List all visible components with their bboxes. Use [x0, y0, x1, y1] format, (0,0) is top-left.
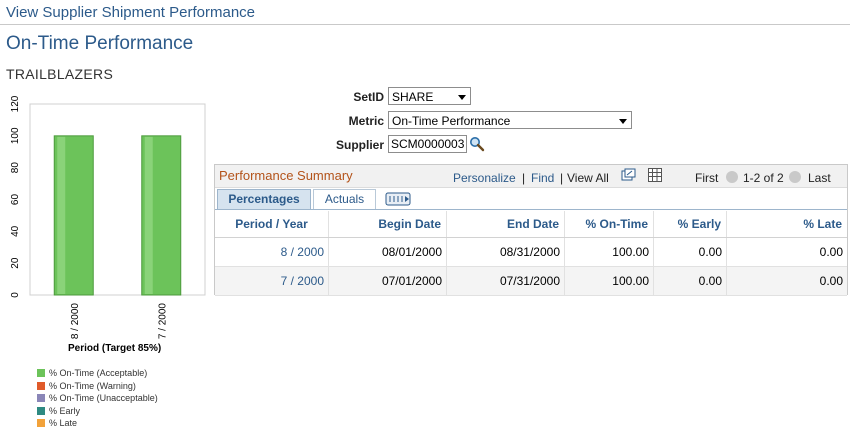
setid-label: SetID: [353, 90, 384, 104]
supplier-input[interactable]: SCM0000003: [388, 135, 467, 153]
find-link[interactable]: Find: [531, 171, 554, 185]
legend-item: % On-Time (Unacceptable): [37, 392, 158, 405]
supplier-label: Supplier: [335, 138, 384, 152]
grid-title: Performance Summary: [219, 168, 353, 183]
personalize-link[interactable]: Personalize: [453, 171, 516, 185]
early-cell: 0.00: [653, 237, 727, 267]
bar-highlight: [57, 136, 66, 294]
summary-table: Period / Year Begin Date End Date % On-T…: [215, 211, 847, 296]
legend-item: % On-Time (Acceptable): [37, 367, 158, 380]
chart-plot: 0 20 40 60 80 100 120 8 / 2000 7 / 2000: [10, 95, 206, 340]
column-header-early[interactable]: % Early: [653, 211, 727, 238]
nav-separator: |: [522, 171, 526, 185]
performance-summary-grid: Performance Summary Personalize | Find |…: [214, 164, 848, 296]
tab-actuals[interactable]: Actuals: [313, 189, 376, 209]
y-tick-label: 100: [10, 127, 21, 144]
breadcrumb[interactable]: View Supplier Shipment Performance: [6, 4, 255, 21]
early-cell: 0.00: [653, 266, 727, 296]
first-label: First: [695, 171, 719, 185]
period-link[interactable]: 7 / 2000: [281, 274, 324, 288]
previous-icon[interactable]: [726, 171, 738, 183]
period-cell: 8 / 2000: [215, 237, 329, 267]
chevron-down-icon: [458, 95, 466, 100]
breadcrumb-divider: [0, 24, 850, 25]
legend-label: % Late: [49, 418, 78, 428]
begin-date-cell: 08/01/2000: [328, 237, 447, 267]
y-tick-label: 60: [10, 194, 21, 206]
row-range: 1-2 of 2: [743, 171, 784, 185]
y-tick-label: 40: [10, 225, 21, 237]
column-header-begin-date[interactable]: Begin Date: [328, 211, 447, 238]
legend-swatch: [37, 394, 45, 403]
legend-swatch: [37, 381, 45, 390]
legend-swatch: [37, 406, 45, 415]
legend-swatch: [37, 419, 45, 428]
table-row: 7 / 2000 07/01/2000 07/31/2000 100.00 0.…: [215, 266, 847, 296]
column-header-end-date[interactable]: End Date: [446, 211, 565, 238]
legend-swatch: [37, 369, 45, 378]
table-row: 8 / 2000 08/01/2000 08/31/2000 100.00 0.…: [215, 237, 847, 267]
legend-label: % On-Time (Unacceptable): [49, 393, 158, 403]
metric-value: On-Time Performance: [392, 114, 511, 128]
x-tick-label: 7 / 2000: [157, 303, 168, 340]
y-tick-label: 120: [10, 95, 21, 112]
late-cell: 0.00: [726, 237, 847, 267]
y-tick-label: 80: [10, 162, 21, 174]
legend-label: % On-Time (Warning): [49, 380, 136, 391]
legend-item: % On-Time (Warning): [37, 380, 158, 393]
show-all-columns-icon[interactable]: [385, 191, 413, 207]
tab-percentages[interactable]: Percentages: [217, 189, 311, 209]
page-title: On-Time Performance: [6, 33, 194, 54]
last-label: Last: [808, 171, 831, 185]
period-cell: 7 / 2000: [215, 266, 329, 296]
y-tick-label: 20: [10, 257, 21, 269]
late-cell: 0.00: [726, 266, 847, 296]
view-all-link[interactable]: View All: [567, 171, 609, 185]
nav-separator: |: [560, 171, 564, 185]
new-window-icon[interactable]: [621, 168, 636, 182]
legend-label: % Early: [49, 405, 81, 416]
period-link[interactable]: 8 / 2000: [281, 245, 324, 259]
metric-label: Metric: [348, 114, 384, 128]
begin-date-cell: 07/01/2000: [328, 266, 447, 296]
column-header-period[interactable]: Period / Year: [215, 211, 329, 238]
chevron-down-icon: [619, 119, 627, 124]
chart-x-axis-title: Period (Target 85%): [68, 343, 162, 354]
table-header-row: Period / Year Begin Date End Date % On-T…: [215, 211, 847, 238]
y-tick-label: 0: [10, 292, 21, 298]
company-name: TRAILBLAZERS: [6, 66, 114, 82]
tab-underline: [215, 209, 847, 210]
grid-header: Performance Summary Personalize | Find |…: [215, 165, 847, 188]
legend-item: % Late: [37, 417, 158, 430]
bar-highlight: [144, 136, 153, 294]
on-time-cell: 100.00: [564, 237, 654, 267]
legend-label: % On-Time (Acceptable): [49, 368, 148, 378]
setid-value: SHARE: [392, 90, 434, 104]
end-date-cell: 07/31/2000: [446, 266, 565, 296]
column-header-late[interactable]: % Late: [726, 211, 847, 238]
end-date-cell: 08/31/2000: [446, 237, 565, 267]
next-icon[interactable]: [789, 171, 801, 183]
metric-select[interactable]: On-Time Performance: [388, 111, 632, 129]
column-header-on-time[interactable]: % On-Time: [564, 211, 654, 238]
legend-item: % Early: [37, 405, 158, 418]
download-excel-icon[interactable]: [648, 168, 662, 182]
setid-select[interactable]: SHARE: [388, 87, 471, 105]
lookup-search-icon[interactable]: [469, 136, 485, 152]
x-tick-label: 8 / 2000: [70, 303, 81, 340]
on-time-cell: 100.00: [564, 266, 654, 296]
chart-legend: % On-Time (Acceptable) % On-Time (Warnin…: [37, 367, 158, 430]
